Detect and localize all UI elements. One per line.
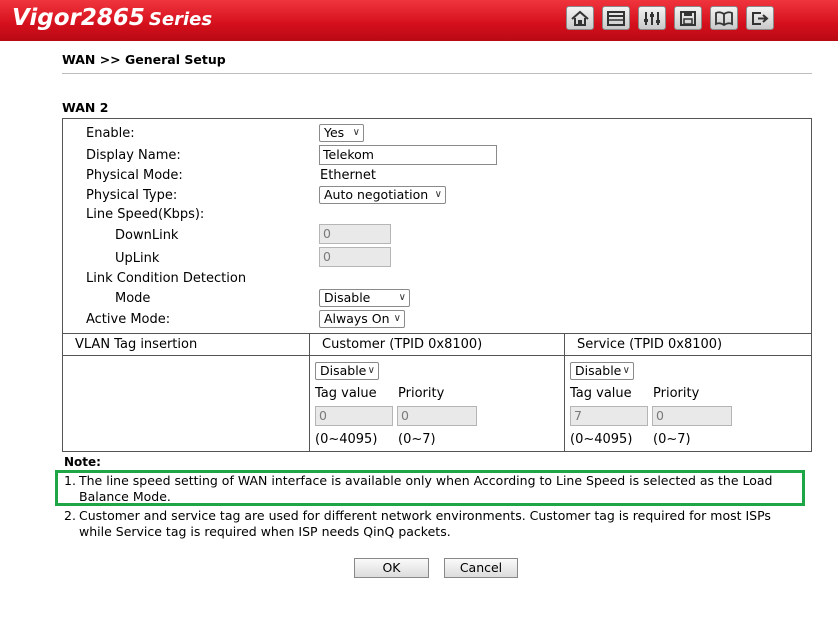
service-tag-select[interactable]: Disable ∨ [570, 362, 634, 380]
customer-select-value: Disable [320, 363, 367, 378]
uplink-input[interactable]: 0 [319, 247, 391, 267]
link-condition-label: Link Condition Detection [86, 271, 247, 286]
link-detect-mode-select[interactable]: Disable ∨ [319, 289, 410, 307]
vlan-empty-cell [62, 355, 310, 452]
vlan-header-cell: VLAN Tag insertion [62, 333, 310, 356]
line-speed-label: Line Speed(Kbps): [86, 207, 205, 222]
customer-settings-cell: Disable ∨ Tag value Priority 0 0 (0~4095)… [309, 355, 565, 452]
customer-header-cell: Customer (TPID 0x8100) [309, 333, 565, 356]
brand-model: Vigor2865 [12, 5, 145, 31]
save-icon[interactable] [674, 6, 702, 30]
settings-sliders-icon[interactable] [638, 6, 666, 30]
service-header: Service (TPID 0x8100) [577, 337, 723, 352]
chevron-down-icon: ∨ [434, 189, 442, 200]
active-mode-label: Active Mode: [86, 312, 171, 327]
active-mode-select[interactable]: Always On ∨ [319, 310, 405, 328]
cancel-button[interactable]: Cancel [444, 558, 518, 578]
vlan-table: VLAN Tag insertion Customer (TPID 0x8100… [62, 333, 812, 452]
toolbar [566, 6, 774, 30]
active-mode-select-value: Always On [324, 311, 390, 326]
brand-series: Series [148, 9, 213, 30]
manual-book-icon[interactable] [710, 6, 738, 30]
customer-priority-input[interactable]: 0 [397, 406, 477, 426]
customer-tag-range: (0~4095) [315, 432, 378, 447]
service-select-value: Disable [575, 363, 622, 378]
service-settings-cell: Disable ∨ Tag value Priority 7 0 (0~4095)… [564, 355, 812, 452]
breadcrumb-divider [62, 73, 812, 74]
breadcrumb: WAN >> General Setup [62, 52, 226, 67]
uplink-label: UpLink [115, 251, 160, 266]
note-number: 2. [64, 508, 76, 523]
enable-select-value: Yes [324, 125, 345, 140]
note-title: Note: [64, 455, 101, 469]
service-priority-label: Priority [653, 386, 700, 401]
service-tag-label: Tag value [570, 386, 632, 401]
chevron-down-icon: ∨ [393, 313, 401, 324]
home-icon[interactable] [566, 6, 594, 30]
chevron-down-icon: ∨ [622, 365, 630, 376]
service-priority-input[interactable]: 0 [652, 406, 732, 426]
mode-select-value: Disable [324, 290, 371, 305]
downlink-input[interactable]: 0 [319, 224, 391, 244]
display-name-input[interactable]: Telekom [319, 145, 497, 165]
enable-select[interactable]: Yes ∨ [319, 124, 364, 142]
customer-tag-input[interactable]: 0 [315, 406, 393, 426]
vlan-tag-insertion-label: VLAN Tag insertion [75, 337, 198, 352]
logout-icon[interactable] [746, 6, 774, 30]
chevron-down-icon: ∨ [367, 365, 375, 376]
vlan-header-row: VLAN Tag insertion Customer (TPID 0x8100… [62, 333, 812, 356]
mode-label: Mode [115, 291, 151, 306]
display-name-label: Display Name: [86, 148, 181, 163]
physical-mode-label: Physical Mode: [86, 168, 183, 183]
brand-logo: Vigor2865 Series [12, 5, 212, 31]
physical-type-label: Physical Type: [86, 188, 178, 203]
vlan-body-row: Disable ∨ Tag value Priority 0 0 (0~4095)… [62, 355, 812, 452]
customer-priority-label: Priority [398, 386, 445, 401]
customer-tag-select[interactable]: Disable ∨ [315, 362, 379, 380]
note-item-2: 2. Customer and service tag are used for… [64, 508, 804, 540]
quick-start-icon[interactable] [602, 6, 630, 30]
physical-mode-value: Ethernet [320, 168, 376, 183]
wan-settings-panel: Enable: Yes ∨ Display Name: Telekom Physi… [62, 118, 812, 333]
chevron-down-icon: ∨ [398, 292, 406, 303]
downlink-label: DownLink [115, 228, 179, 243]
service-header-cell: Service (TPID 0x8100) [564, 333, 812, 356]
chevron-down-icon: ∨ [352, 127, 360, 138]
enable-label: Enable: [86, 126, 135, 141]
top-banner: Vigor2865 Series [0, 0, 838, 41]
service-tag-input[interactable]: 7 [570, 406, 648, 426]
customer-header: Customer (TPID 0x8100) [322, 337, 483, 352]
physical-type-select-value: Auto negotiation [324, 187, 429, 202]
physical-type-select[interactable]: Auto negotiation ∨ [319, 186, 446, 204]
customer-priority-range: (0~7) [398, 432, 436, 447]
service-tag-range: (0~4095) [570, 432, 633, 447]
service-priority-range: (0~7) [653, 432, 691, 447]
ok-button[interactable]: OK [354, 558, 429, 578]
section-title: WAN 2 [62, 100, 109, 115]
customer-tag-label: Tag value [315, 386, 377, 401]
highlight-box [55, 470, 805, 506]
note-text: Customer and service tag are used for di… [79, 508, 771, 539]
